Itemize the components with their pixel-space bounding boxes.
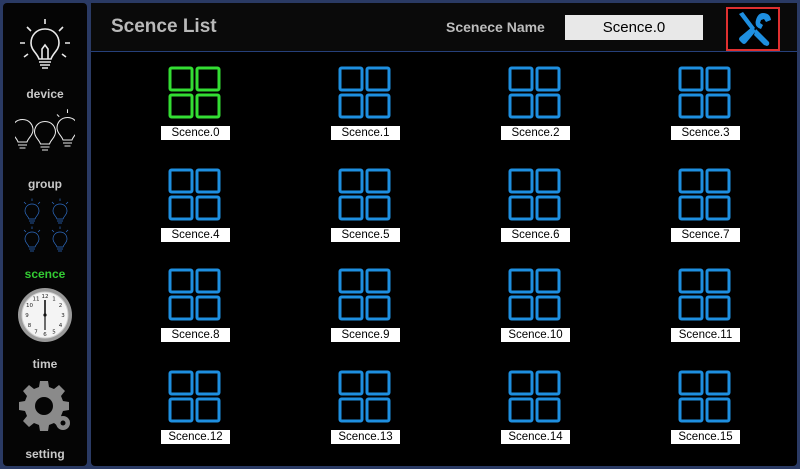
tools-icon [739, 12, 771, 46]
scene-grid-icon [338, 66, 391, 119]
scene-label: Scence.2 [501, 126, 570, 140]
scene-name-label: Scenece Name [446, 19, 545, 35]
svg-text:9: 9 [25, 313, 29, 319]
sidebar-item-scence[interactable]: scence [3, 189, 87, 281]
svg-text:5: 5 [52, 330, 56, 336]
scene-grid-icon [678, 66, 731, 119]
scene-label: Scence.13 [331, 430, 400, 444]
scene-bulbs-icon [23, 198, 69, 252]
scene-label: Scence.11 [671, 328, 740, 342]
bulb-icon [20, 19, 70, 69]
sidebar: device group scence 12 3 6 9 1 2 4 5 7 8… [3, 3, 87, 466]
page-title: Scence List [111, 16, 217, 37]
sidebar-item-setting[interactable]: setting [3, 369, 87, 461]
scene-tile[interactable]: Scence.4 [157, 167, 237, 249]
scene-label: Scence.12 [161, 430, 230, 444]
scene-label: Scence.15 [671, 430, 740, 444]
scene-tile[interactable]: Scence.12 [157, 369, 237, 451]
scene-grid-icon [168, 66, 221, 119]
scene-grid-icon [678, 268, 731, 321]
scene-grid-icon [338, 370, 391, 423]
sidebar-item-group[interactable]: group [3, 99, 87, 191]
scene-label: Scence.5 [331, 228, 400, 242]
svg-text:1: 1 [52, 297, 56, 303]
scene-tile[interactable]: Scence.7 [667, 167, 747, 249]
scene-label: Scence.9 [331, 328, 400, 342]
scene-label: Scence.8 [161, 328, 230, 342]
sidebar-item-label: setting [25, 447, 65, 461]
bulbs-group-icon [15, 109, 75, 151]
scene-grid-icon [168, 370, 221, 423]
scene-grid-icon [168, 268, 221, 321]
scene-tile[interactable]: Scence.1 [327, 65, 407, 147]
tools-button[interactable] [726, 7, 780, 51]
svg-text:7: 7 [34, 330, 38, 336]
scene-tile[interactable]: Scence.13 [327, 369, 407, 451]
scene-grid-icon [338, 168, 391, 221]
scene-tile[interactable]: Scence.6 [497, 167, 577, 249]
svg-text:8: 8 [28, 323, 32, 329]
svg-text:12: 12 [42, 294, 49, 300]
scene-label: Scence.10 [501, 328, 570, 342]
scene-grid-icon [338, 268, 391, 321]
scene-name-input[interactable] [565, 15, 703, 40]
svg-text:4: 4 [59, 323, 63, 329]
svg-text:3: 3 [61, 313, 65, 319]
scene-label: Scence.1 [331, 126, 400, 140]
clock-icon: 12 3 6 9 12 45 78 1011 [18, 288, 72, 342]
scene-tile[interactable]: Scence.8 [157, 267, 237, 349]
scene-grid-icon [508, 168, 561, 221]
scene-grid-icon [678, 168, 731, 221]
gear-icon [19, 381, 70, 431]
scene-grid-icon [508, 370, 561, 423]
scene-tile[interactable]: Scence.0 [157, 65, 237, 147]
scene-tile[interactable]: Scence.2 [497, 65, 577, 147]
svg-text:11: 11 [33, 297, 40, 303]
svg-text:2: 2 [59, 303, 63, 309]
scene-label: Scence.3 [671, 126, 740, 140]
scene-grid-icon [678, 370, 731, 423]
sidebar-item-time[interactable]: 12 3 69 12 45 78 10 11 time [3, 279, 87, 371]
scene-label: Scence.4 [161, 228, 230, 242]
scene-tile[interactable]: Scence.15 [667, 369, 747, 451]
sidebar-item-device[interactable]: device [3, 9, 87, 101]
scene-label: Scence.7 [671, 228, 740, 242]
header: Scence List Scenece Name [91, 3, 797, 52]
scene-tile[interactable]: Scence.5 [327, 167, 407, 249]
scene-grid-icon [508, 268, 561, 321]
svg-text:6: 6 [43, 332, 47, 338]
scene-grid-icon [508, 66, 561, 119]
scene-tile[interactable]: Scence.14 [497, 369, 577, 451]
scene-label: Scence.0 [161, 126, 230, 140]
scene-tile[interactable]: Scence.3 [667, 65, 747, 147]
scene-tile[interactable]: Scence.10 [497, 267, 577, 349]
scene-label: Scence.14 [501, 430, 570, 444]
scene-label: Scence.6 [501, 228, 570, 242]
main-panel: Scence List Scenece Name Scence.0 Scence.… [91, 3, 797, 466]
svg-text:10: 10 [26, 303, 33, 309]
scene-grid-icon [168, 168, 221, 221]
scene-tile[interactable]: Scence.9 [327, 267, 407, 349]
scene-tile[interactable]: Scence.11 [667, 267, 747, 349]
